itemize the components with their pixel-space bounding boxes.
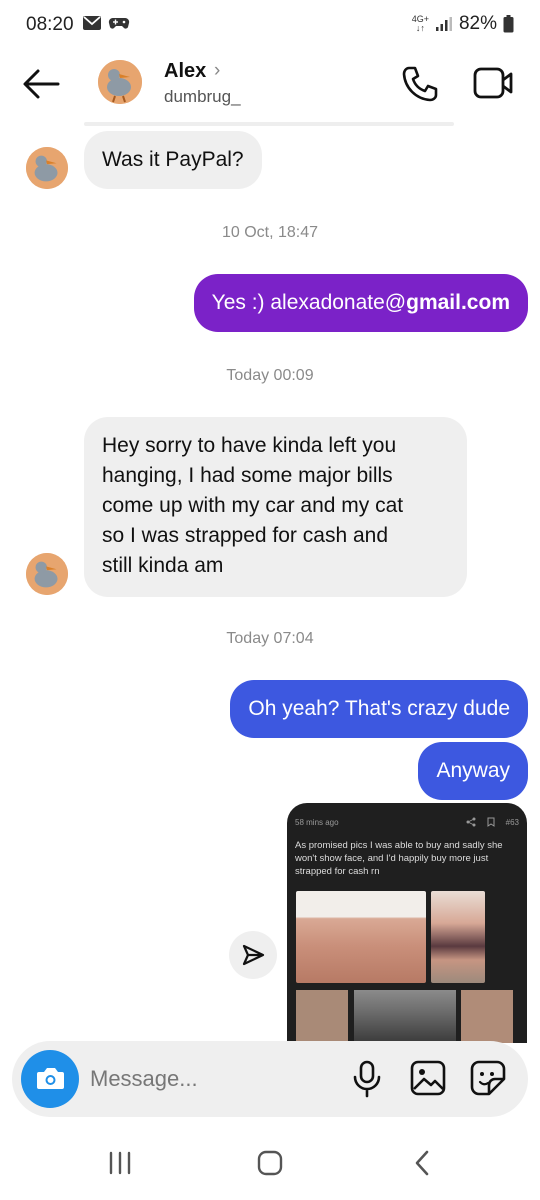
photo-thumbnail [296, 990, 348, 1043]
message-input[interactable] [90, 1063, 330, 1095]
bird-avatar-icon [98, 60, 142, 104]
phone-call-icon[interactable] [400, 64, 440, 104]
timestamp: Today 07:04 [226, 630, 314, 647]
message-line: so I was strapped for cash and [102, 524, 388, 547]
signal-icon [435, 17, 452, 31]
message-incoming[interactable]: Hey sorry to have kinda left you hanging… [84, 417, 467, 597]
photo-thumbnail [296, 891, 426, 983]
message-line: Hey sorry to have kinda left you [102, 434, 397, 457]
share-button[interactable] [229, 931, 277, 979]
game-controller-icon [108, 17, 130, 29]
recent-apps-icon[interactable] [106, 1150, 134, 1176]
camera-button[interactable] [21, 1050, 79, 1108]
status-time: 08:20 [26, 14, 74, 35]
mail-icon [83, 16, 101, 30]
message-text: Anyway [436, 759, 510, 782]
chat-header: Alex › dumbrug_ [0, 50, 540, 130]
system-navigation-bar [0, 1130, 540, 1200]
contact-name[interactable]: Alex [164, 60, 206, 83]
photo-thumbnail [431, 891, 485, 983]
bird-avatar-icon [26, 553, 68, 595]
post-number: #63 [505, 818, 519, 827]
shared-image[interactable]: 58 mins ago #63 As promised pics I was a… [287, 803, 527, 1043]
chevron-right-icon[interactable]: › [214, 60, 220, 82]
home-icon[interactable] [256, 1149, 284, 1177]
message-line: hanging, I had some major bills [102, 464, 393, 487]
share-icon [466, 817, 476, 827]
photo-thumbnail [461, 990, 513, 1043]
camera-icon [37, 1068, 64, 1089]
message-outgoing[interactable]: Anyway [418, 742, 528, 800]
message-text-bold: gmail.com [406, 291, 510, 314]
timestamp: Today 00:09 [226, 367, 314, 384]
post-text: As promised pics I was able to buy and s… [295, 840, 503, 877]
back-nav-icon[interactable] [410, 1149, 434, 1177]
avatar [26, 147, 68, 189]
contact-username[interactable]: dumbrug_ [164, 87, 241, 107]
gallery-icon[interactable] [409, 1059, 447, 1097]
avatar[interactable] [98, 60, 142, 104]
back-arrow-icon[interactable] [20, 66, 62, 102]
bookmark-icon [487, 817, 495, 827]
battery-percent: 82% [458, 13, 497, 34]
sticker-icon[interactable] [469, 1059, 507, 1097]
message-outgoing[interactable]: Yes :) alexadonate@gmail.com [193, 274, 528, 332]
avatar [26, 553, 68, 595]
message-incoming[interactable]: Was it PayPal? [84, 131, 262, 189]
status-bar: 08:20 4G+ ↓↑ 82% [0, 0, 540, 50]
previous-message-edge [84, 122, 454, 126]
post-time: 58 mins ago [295, 818, 339, 827]
photo-thumbnail [354, 990, 456, 1043]
message-composer [12, 1041, 528, 1117]
battery-icon [503, 15, 514, 33]
message-line: come up with my car and my cat [102, 494, 404, 517]
video-call-icon[interactable] [472, 64, 514, 102]
notification-icons [82, 15, 130, 31]
message-line: still kinda am [102, 554, 224, 577]
message-text: Oh yeah? That's crazy dude [248, 697, 510, 720]
timestamp: 10 Oct, 18:47 [221, 224, 319, 241]
message-text: Was it PayPal? [102, 148, 244, 171]
network-type: 4G+ ↓↑ [411, 14, 429, 33]
send-icon [242, 944, 265, 966]
bird-avatar-icon [26, 147, 68, 189]
status-right: 4G+ ↓↑ 82% [412, 13, 514, 35]
message-outgoing[interactable]: Oh yeah? That's crazy dude [230, 680, 528, 738]
microphone-icon[interactable] [350, 1059, 384, 1099]
message-text: Yes :) alexadonate@ [211, 291, 407, 314]
